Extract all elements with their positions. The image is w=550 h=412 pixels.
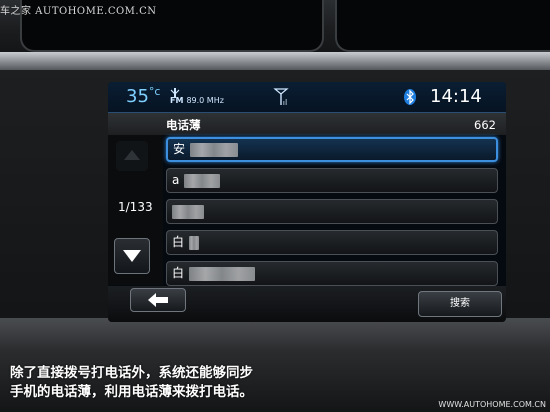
triangle-down-icon[interactable] [114,238,150,274]
temperature-value: 35 [126,86,149,107]
back-button[interactable] [130,288,186,312]
caption-line-2: 手机的电话薄，利用电话薄来拨打电话。 [10,384,253,400]
search-button[interactable]: 搜索 [418,291,502,317]
caption-line-1: 除了直接拨号打电话外，系统还能够同步 [10,365,253,381]
contact-row[interactable]: a [166,168,498,193]
outside-temperature: 35°c [126,85,160,107]
triangle-up-icon[interactable] [116,141,148,171]
radio-station: FM 89.0 MHz [170,96,224,105]
phonebook-title: 电话薄 [166,118,201,132]
radio-frequency: 89.0 MHz [186,96,224,105]
chrome-trim [0,52,550,70]
status-bar: 35°c FM 89.0 MHz 14:14 [108,82,506,113]
bluetooth-icon [404,89,416,105]
scroll-panel: 1/133 [108,135,163,285]
caption: 除了直接拨号打电话外，系统还能够同步 手机的电话薄，利用电话薄来拨打电话。 [10,364,310,402]
temperature-unit: °c [148,85,161,98]
contact-name: 安 [173,142,186,156]
contact-row[interactable]: 白 [166,230,498,255]
watermark-bottom: WWW.AUTOHOME.COM.CN [438,400,546,409]
redacted-name [184,173,221,188]
phonebook-list: 安 a 白 白 [166,137,498,292]
clock: 14:14 [430,86,482,107]
bottom-bar: 搜索 [108,286,506,322]
signal-icon [273,88,289,105]
air-vent-right [335,0,550,52]
contact-name: a [172,173,180,187]
contact-name: 白 [172,266,185,280]
radio-band: FM [170,96,184,105]
redacted-name [172,204,204,219]
contact-name: 白 [172,235,185,249]
redacted-name [190,142,239,157]
watermark-top: 车之家 AUTOHOME.COM.CN [0,6,157,17]
infotainment-screen: 35°c FM 89.0 MHz 14:14 电话薄 662 1/133 安 a… [108,82,506,322]
redacted-name [189,266,256,281]
contact-row[interactable]: 安 [166,137,498,162]
back-arrow-icon [148,293,168,307]
phonebook-header: 电话薄 662 [108,113,506,135]
redacted-name [189,235,200,250]
page-indicator: 1/133 [118,200,153,214]
contact-row[interactable] [166,199,498,224]
phonebook-count: 662 [474,118,496,132]
contact-row[interactable]: 白 [166,261,498,286]
